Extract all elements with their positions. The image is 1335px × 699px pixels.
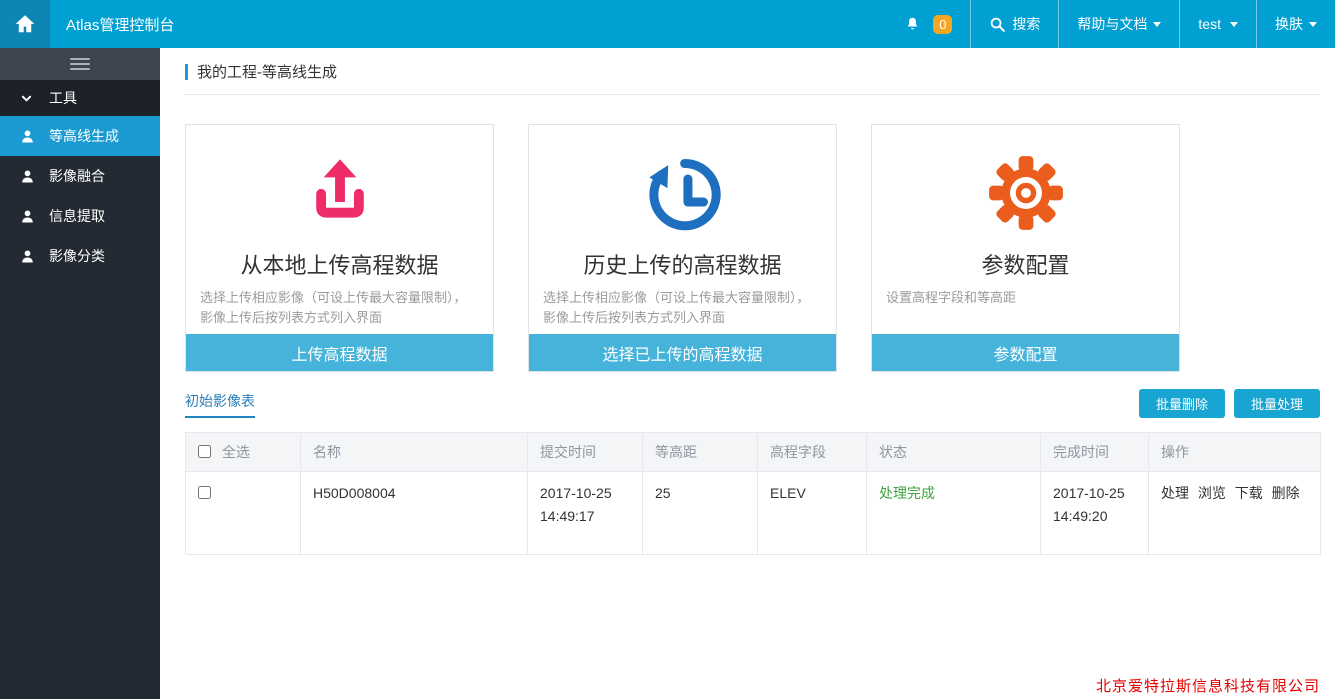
bell-icon (905, 16, 920, 32)
skin-menu[interactable]: 换肤 (1256, 0, 1335, 48)
status-badge: 处理完成 (867, 472, 1041, 555)
table-toolbar: 初始影像表 批量删除 批量处理 (185, 389, 1320, 418)
sidebar-item-info-extraction[interactable]: 信息提取 (0, 196, 160, 236)
card-description: 选择上传相应影像（可设上传最大容量限制），影像上传后按列表方式列入界面 (200, 288, 479, 328)
sidebar-item-label: 等高线生成 (49, 126, 119, 146)
sidebar-collapse-button[interactable] (0, 48, 160, 80)
person-icon (20, 129, 35, 144)
sidebar-group-label: 工具 (49, 88, 77, 108)
person-icon (20, 249, 35, 264)
batch-buttons: 批量删除 批量处理 (1139, 389, 1320, 418)
cell-submit-time: 2017-10-25 14:49:17 (528, 472, 643, 555)
home-icon (14, 13, 36, 35)
table-row: H50D008004 2017-10-25 14:49:17 25 ELEV 处… (186, 472, 1321, 555)
upload-elevation-button[interactable]: 上传高程数据 (186, 334, 493, 371)
caret-down-icon (1230, 22, 1238, 27)
notification-count-badge: 0 (933, 15, 952, 34)
select-uploaded-elevation-button[interactable]: 选择已上传的高程数据 (529, 334, 836, 371)
sidebar-item-image-fusion[interactable]: 影像融合 (0, 156, 160, 196)
user-menu[interactable]: test (1179, 0, 1256, 48)
chevron-down-icon (20, 93, 33, 104)
parameter-config-button[interactable]: 参数配置 (872, 334, 1179, 371)
column-submit-time: 提交时间 (528, 433, 643, 472)
navbar-right: 0 搜索 帮助与文档 test 换肤 (887, 0, 1335, 48)
table-header-row: 全选 名称 提交时间 等高距 高程字段 状态 完成时间 操作 (186, 433, 1321, 472)
history-icon (642, 151, 724, 235)
skin-label: 换肤 (1275, 14, 1303, 34)
card-parameter-config: 参数配置 设置高程字段和等高距 参数配置 (871, 124, 1180, 372)
card-upload-local: 从本地上传高程数据 选择上传相应影像（可设上传最大容量限制），影像上传后按列表方… (185, 124, 494, 372)
select-all-checkbox[interactable] (198, 445, 211, 458)
cell-elevation-field: ELEV (758, 472, 867, 555)
column-actions: 操作 (1149, 433, 1321, 472)
cell-finish-time: 2017-10-25 14:49:20 (1041, 472, 1149, 555)
column-select-all: 全选 (186, 433, 301, 472)
search-button[interactable]: 搜索 (970, 0, 1058, 48)
action-download[interactable]: 下载 (1235, 485, 1263, 501)
caret-down-icon (1153, 22, 1161, 27)
column-elevation-field: 高程字段 (758, 433, 867, 472)
initial-image-table-tab[interactable]: 初始影像表 (185, 391, 255, 418)
batch-process-button[interactable]: 批量处理 (1234, 389, 1320, 418)
sidebar-item-contour-generation[interactable]: 等高线生成 (0, 116, 160, 156)
sidebar-group-tools[interactable]: 工具 (0, 80, 160, 116)
notifications-button[interactable]: 0 (887, 0, 970, 48)
user-label: test (1198, 16, 1221, 32)
action-delete[interactable]: 删除 (1272, 485, 1300, 501)
help-docs-label: 帮助与文档 (1077, 14, 1147, 34)
top-navbar: Atlas管理控制台 0 搜索 帮助与文档 test 换肤 (0, 0, 1335, 48)
image-table: 全选 名称 提交时间 等高距 高程字段 状态 完成时间 操作 H50D00800… (185, 432, 1321, 555)
card-title: 参数配置 (981, 248, 1069, 280)
column-name: 名称 (301, 433, 528, 472)
sidebar-item-image-classification[interactable]: 影像分类 (0, 236, 160, 276)
column-contour-interval: 等高距 (643, 433, 758, 472)
action-view[interactable]: 浏览 (1198, 485, 1226, 501)
sidebar: 工具 等高线生成 影像融合 信息提取 影像分类 (0, 48, 160, 699)
breadcrumb: 我的工程-等高线生成 (185, 61, 1320, 82)
divider (185, 94, 1320, 95)
breadcrumb-accent-bar (185, 64, 188, 80)
column-finish-time: 完成时间 (1041, 433, 1149, 472)
cell-contour-interval: 25 (643, 472, 758, 555)
card-title: 从本地上传高程数据 (240, 248, 438, 280)
sidebar-item-label: 影像融合 (49, 166, 105, 186)
card-title: 历史上传的高程数据 (583, 248, 781, 280)
upload-icon (299, 151, 381, 235)
action-process[interactable]: 处理 (1161, 485, 1189, 501)
batch-delete-button[interactable]: 批量删除 (1139, 389, 1225, 418)
column-status: 状态 (867, 433, 1041, 472)
search-label: 搜索 (1012, 14, 1040, 34)
help-docs-menu[interactable]: 帮助与文档 (1058, 0, 1179, 48)
gear-icon (985, 151, 1067, 235)
home-button[interactable] (0, 0, 50, 48)
card-description: 选择上传相应影像（可设上传最大容量限制），影像上传后按列表方式列入界面 (543, 288, 822, 328)
app-title: Atlas管理控制台 (50, 0, 180, 48)
sidebar-item-label: 影像分类 (49, 246, 105, 266)
cell-name: H50D008004 (301, 472, 528, 555)
caret-down-icon (1309, 22, 1317, 27)
card-history-uploads: 历史上传的高程数据 选择上传相应影像（可设上传最大容量限制），影像上传后按列表方… (528, 124, 837, 372)
cell-actions: 处理 浏览 下载 删除 (1149, 472, 1321, 555)
action-cards: 从本地上传高程数据 选择上传相应影像（可设上传最大容量限制），影像上传后按列表方… (185, 124, 1320, 372)
person-icon (20, 169, 35, 184)
card-description: 设置高程字段和等高距 (886, 288, 1165, 308)
row-checkbox[interactable] (198, 486, 211, 499)
breadcrumb-text: 我的工程-等高线生成 (197, 61, 337, 82)
company-footer: 北京爱特拉斯信息科技有限公司 (1096, 675, 1320, 696)
main-content: 我的工程-等高线生成 从本地上传高程数据 选择上传相应影像（可设上传最大容量限制… (160, 48, 1335, 699)
sidebar-item-label: 信息提取 (49, 206, 105, 226)
hamburger-icon (70, 55, 90, 73)
person-icon (20, 209, 35, 224)
search-icon (989, 16, 1006, 33)
